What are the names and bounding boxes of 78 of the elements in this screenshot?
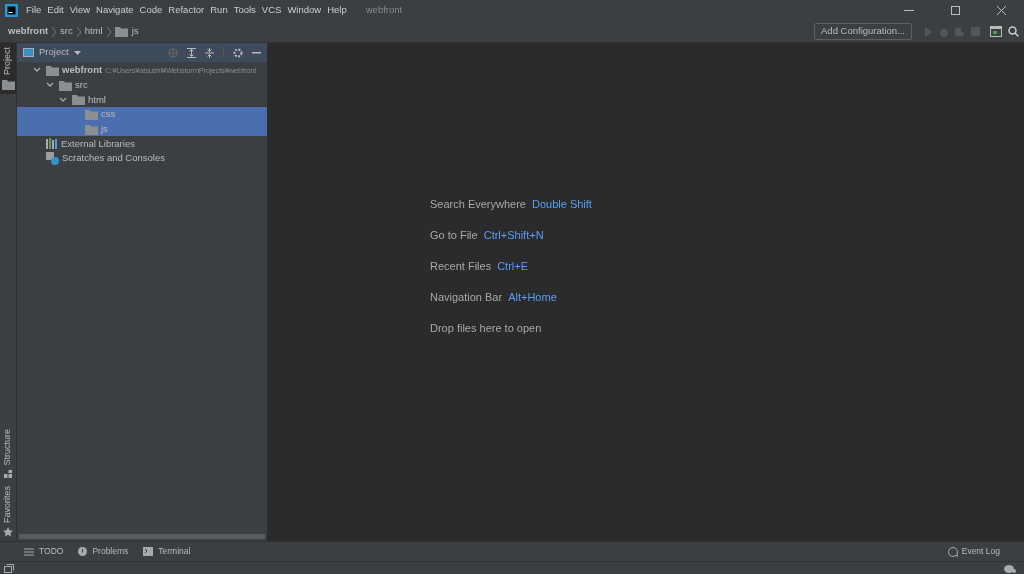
minimize-icon bbox=[904, 10, 914, 11]
app-logo-icon bbox=[5, 4, 18, 17]
expand-all-icon[interactable] bbox=[187, 47, 196, 58]
scratches-icon bbox=[46, 151, 59, 165]
menu-item[interactable]: Tools bbox=[230, 3, 259, 18]
shortcut-text: Double Shift bbox=[532, 196, 592, 212]
collapse-all-icon[interactable] bbox=[205, 47, 214, 58]
alert-icon bbox=[78, 547, 88, 556]
tree-label: Scratches and Consoles bbox=[62, 151, 165, 166]
tool-window-tab[interactable]: Project bbox=[0, 43, 16, 94]
hint-text: Go to File bbox=[430, 227, 478, 243]
menu-item[interactable]: File bbox=[23, 3, 45, 18]
breadcrumb[interactable]: js bbox=[131, 24, 139, 39]
close-icon bbox=[996, 6, 1006, 15]
list-icon bbox=[24, 547, 34, 556]
search-icon[interactable] bbox=[1008, 26, 1019, 37]
folder-icon bbox=[1, 79, 15, 90]
menu-item[interactable]: Navigate bbox=[93, 3, 137, 18]
tool-window-tab[interactable]: TODO bbox=[24, 545, 64, 558]
breadcrumb[interactable]: html bbox=[84, 24, 103, 39]
panel-title[interactable]: Project bbox=[39, 45, 69, 60]
libraries-icon bbox=[46, 138, 58, 150]
layout-icon[interactable] bbox=[4, 563, 14, 573]
menu-item[interactable]: Window bbox=[284, 3, 325, 18]
hint-text: Navigation Bar bbox=[430, 289, 503, 305]
breadcrumb[interactable]: webfront bbox=[8, 24, 49, 39]
separator-icon bbox=[106, 26, 111, 37]
folder-icon bbox=[59, 79, 72, 91]
menu-item[interactable]: VCS bbox=[258, 3, 285, 18]
tree-label: src bbox=[75, 77, 88, 92]
folder-icon bbox=[114, 26, 128, 37]
chevron-icon[interactable] bbox=[46, 82, 54, 89]
hint-text: Recent Files bbox=[430, 258, 492, 274]
tool-window-tab[interactable]: Terminal bbox=[143, 545, 191, 558]
terminal-icon bbox=[143, 547, 154, 556]
menu-item[interactable]: Run bbox=[207, 3, 231, 18]
tree-row[interactable]: External Libraries bbox=[17, 136, 267, 152]
breadcrumb[interactable]: src bbox=[60, 24, 73, 39]
tree-label: css bbox=[101, 107, 116, 122]
hint-text: Drop files here to open bbox=[430, 320, 542, 336]
settings-icon[interactable] bbox=[233, 47, 243, 58]
shortcut-text: Ctrl+E bbox=[497, 258, 528, 274]
horizontal-scrollbar[interactable] bbox=[19, 534, 265, 539]
inspector-icon[interactable] bbox=[1004, 563, 1016, 573]
minimize-panel-icon[interactable] bbox=[252, 51, 261, 54]
shortcut-text: Ctrl+Shift+N bbox=[483, 227, 544, 243]
separator-icon bbox=[76, 26, 81, 37]
folder-icon bbox=[46, 64, 59, 76]
terminal-window-icon[interactable] bbox=[990, 26, 1002, 37]
tool-window-tab[interactable]: Problems bbox=[78, 545, 129, 558]
menu-item[interactable]: View bbox=[66, 3, 94, 18]
tool-window-tab[interactable]: Structure bbox=[0, 425, 16, 482]
tree-label: webfront bbox=[62, 63, 103, 78]
tree-row[interactable]: src bbox=[17, 77, 267, 93]
shortcut-text: Alt+Home bbox=[508, 289, 557, 305]
add-configuration-button[interactable]: Add Configuration... bbox=[814, 23, 912, 40]
hint-text: Search Everywhere bbox=[430, 196, 526, 212]
star-icon bbox=[3, 527, 13, 537]
separator-icon bbox=[52, 26, 57, 37]
tool-window-tab[interactable]: Favorites bbox=[0, 482, 16, 541]
menu-item[interactable]: Help bbox=[324, 3, 350, 18]
menu-item[interactable]: Refactor bbox=[165, 3, 208, 18]
tree-row[interactable]: html bbox=[17, 92, 267, 108]
tree-row[interactable]: Scratches and Consoles bbox=[17, 151, 267, 166]
tree-label: js bbox=[101, 121, 108, 136]
menu-item[interactable]: Edit bbox=[44, 3, 67, 18]
chevron-icon[interactable] bbox=[59, 96, 67, 103]
dropdown-icon[interactable] bbox=[73, 50, 81, 55]
chevron-icon[interactable] bbox=[33, 67, 41, 74]
tree-label: html bbox=[88, 92, 106, 107]
structure-icon bbox=[4, 470, 12, 478]
maximize-icon bbox=[950, 6, 960, 15]
menu-item[interactable]: Code bbox=[136, 3, 166, 18]
window-title: webfront bbox=[365, 3, 403, 18]
project-view-icon bbox=[23, 48, 34, 57]
event-log-tab[interactable]: Event Log bbox=[947, 545, 1000, 558]
tree-label: External Libraries bbox=[61, 136, 135, 151]
speech-bubble-icon bbox=[947, 546, 958, 557]
